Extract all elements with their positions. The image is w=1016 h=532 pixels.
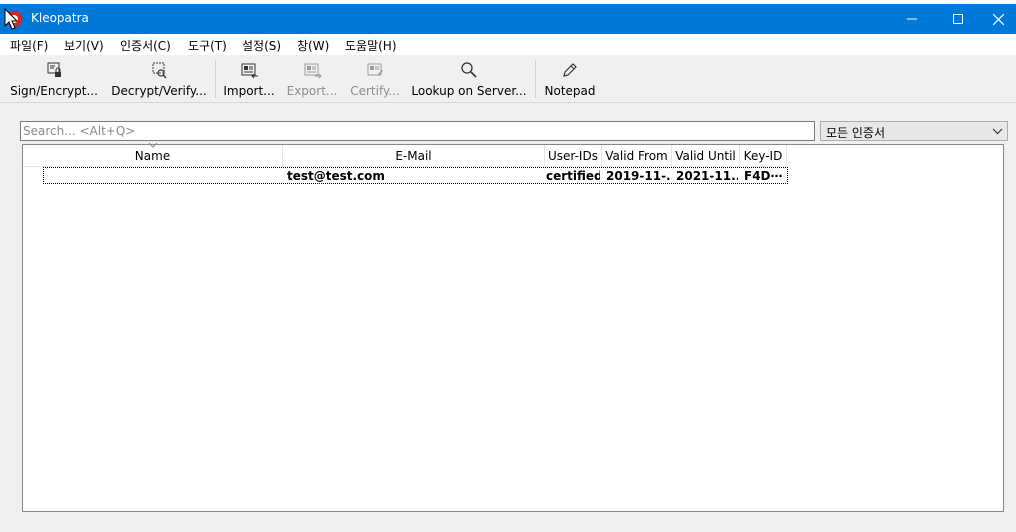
toolbar: Sign/Encrypt... Decrypt/Verify... Import…: [0, 55, 1016, 103]
decrypt-verify-button[interactable]: Decrypt/Verify...: [109, 59, 209, 101]
search-input[interactable]: [20, 121, 815, 141]
notepad-label: Notepad: [544, 84, 596, 98]
pencil-icon: [563, 63, 577, 77]
cell-email: test@test.com: [287, 169, 385, 183]
column-header-user-ids-label: User-IDs: [548, 149, 598, 163]
column-header-name[interactable]: Name: [23, 142, 283, 167]
column-header-valid-from[interactable]: Valid From: [602, 145, 672, 167]
minimize-icon: [907, 18, 917, 20]
menu-settings[interactable]: 설정(S): [242, 37, 281, 54]
certify-button[interactable]: Certify...: [347, 59, 403, 101]
menu-bar: 파일(F) 보기(V) 인증서(C) 도구(T) 설정(S) 창(W) 도움말(…: [0, 34, 1016, 55]
sign-encrypt-label: Sign/Encrypt...: [10, 84, 98, 98]
lookup-on-server-button[interactable]: Lookup on Server...: [411, 59, 527, 101]
import-icon: [241, 63, 258, 79]
export-button[interactable]: Export...: [284, 59, 340, 101]
minimize-button[interactable]: [889, 4, 935, 34]
menu-window[interactable]: 창(W): [297, 37, 329, 54]
filter-selected-value: 모든 인증서: [826, 126, 886, 140]
column-header-email[interactable]: E-Mail: [283, 145, 545, 167]
column-header-valid-from-label: Valid From: [605, 149, 668, 163]
certificate-filter-select[interactable]: 모든 인증서: [820, 121, 1008, 141]
sort-indicator-icon: [148, 142, 158, 148]
export-label: Export...: [286, 84, 338, 98]
chevron-down-icon: [992, 128, 1003, 135]
column-header-email-label: E-Mail: [395, 149, 432, 163]
certificate-table[interactable]: Name E-Mail User-IDs Valid From Valid Un…: [22, 142, 1004, 512]
toolbar-separator: [215, 60, 216, 98]
kleopatra-app-icon: [4, 8, 22, 30]
import-button[interactable]: Import...: [222, 59, 276, 101]
menu-certificates[interactable]: 인증서(C): [120, 37, 171, 54]
certify-icon: [367, 63, 383, 76]
cell-name: [47, 168, 277, 185]
menu-file[interactable]: 파일(F): [10, 37, 48, 54]
menu-tools[interactable]: 도구(T): [188, 37, 227, 54]
title-bar[interactable]: Kleopatra: [0, 4, 1016, 34]
column-header-name-label: Name: [134, 149, 171, 163]
notepad-button[interactable]: Notepad: [542, 59, 598, 101]
import-label: Import...: [223, 84, 275, 98]
cell-user-ids: certified: [546, 169, 600, 183]
search-icon: [461, 62, 477, 78]
sign-encrypt-icon: [47, 62, 61, 77]
cell-valid-until: 2021-11...: [676, 169, 738, 183]
column-header-key-id-label: Key-ID: [743, 149, 783, 163]
menu-view[interactable]: 보기(V): [64, 37, 104, 54]
window-title: Kleopatra: [31, 11, 89, 25]
close-button[interactable]: [981, 4, 1016, 34]
lookup-on-server-label: Lookup on Server...: [411, 84, 527, 98]
column-header-valid-until-label: Valid Until: [675, 149, 736, 163]
maximize-button[interactable]: [935, 4, 981, 34]
close-icon: [993, 13, 1004, 25]
cell-valid-from: 2019-11-...: [606, 169, 670, 183]
menu-help[interactable]: 도움말(H): [345, 37, 397, 54]
toolbar-separator: [535, 60, 536, 98]
certify-label: Certify...: [350, 84, 400, 98]
column-header-valid-until[interactable]: Valid Until: [672, 145, 740, 167]
export-icon: [304, 63, 322, 79]
decrypt-verify-label: Decrypt/Verify...: [111, 84, 207, 98]
maximize-icon: [953, 14, 963, 24]
sign-encrypt-button[interactable]: Sign/Encrypt...: [7, 59, 101, 101]
decrypt-verify-icon: [152, 62, 167, 79]
column-header-key-id[interactable]: Key-ID: [740, 145, 787, 167]
cell-key-id: F4D⋯: [744, 169, 783, 183]
column-header-user-ids[interactable]: User-IDs: [545, 145, 602, 167]
